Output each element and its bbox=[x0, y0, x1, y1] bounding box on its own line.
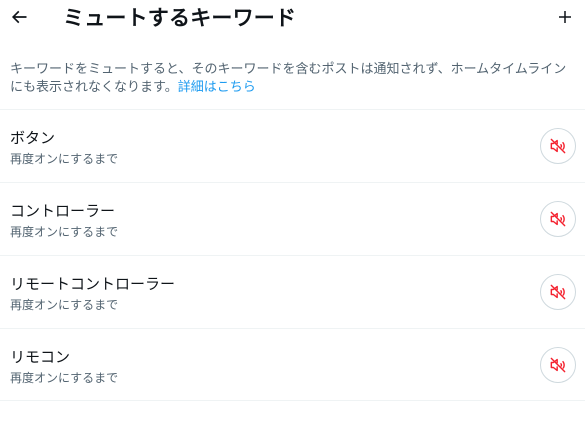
muted-speaker-icon bbox=[550, 211, 566, 227]
unmute-button[interactable] bbox=[540, 347, 576, 383]
list-item[interactable]: リモコン 再度オンにするまで bbox=[0, 328, 585, 401]
keyword-label: リモートコントローラー bbox=[10, 275, 176, 293]
page-title: ミュートするキーワード bbox=[63, 6, 297, 30]
muted-speaker-icon bbox=[550, 284, 566, 300]
unmute-button[interactable] bbox=[540, 128, 576, 164]
header: ミュートするキーワード bbox=[0, 0, 585, 38]
keyword-label: ボタン bbox=[10, 129, 56, 147]
mute-duration: 再度オンにするまで bbox=[10, 298, 119, 312]
unmute-button[interactable] bbox=[540, 274, 576, 310]
unmute-button[interactable] bbox=[540, 201, 576, 237]
muted-speaker-icon bbox=[550, 357, 566, 373]
learn-more-link[interactable]: 詳細はこちら bbox=[178, 80, 256, 95]
list-item[interactable]: ボタン 再度オンにするまで bbox=[0, 109, 585, 182]
back-button[interactable] bbox=[6, 4, 32, 30]
muted-keyword-list: ボタン 再度オンにするまで コントローラー 再度オンにするまで リモートコントロ… bbox=[0, 109, 585, 401]
plus-icon bbox=[559, 11, 571, 23]
mute-duration: 再度オンにするまで bbox=[10, 225, 119, 239]
mute-duration: 再度オンにするまで bbox=[10, 371, 119, 385]
add-keyword-button[interactable] bbox=[553, 4, 577, 30]
list-item[interactable]: コントローラー 再度オンにするまで bbox=[0, 182, 585, 255]
arrow-left-icon bbox=[11, 10, 27, 24]
mute-description: キーワードをミュートすると、そのキーワードを含むポストは通知されず、ホームタイム… bbox=[10, 61, 575, 97]
keyword-label: リモコン bbox=[10, 348, 71, 366]
keyword-label: コントローラー bbox=[10, 202, 116, 220]
description-text: キーワードをミュートすると、そのキーワードを含むポストは通知されず、ホームタイム… bbox=[10, 62, 567, 95]
mute-duration: 再度オンにするまで bbox=[10, 152, 119, 166]
list-item[interactable]: リモートコントローラー 再度オンにするまで bbox=[0, 255, 585, 328]
muted-speaker-icon bbox=[550, 138, 566, 154]
